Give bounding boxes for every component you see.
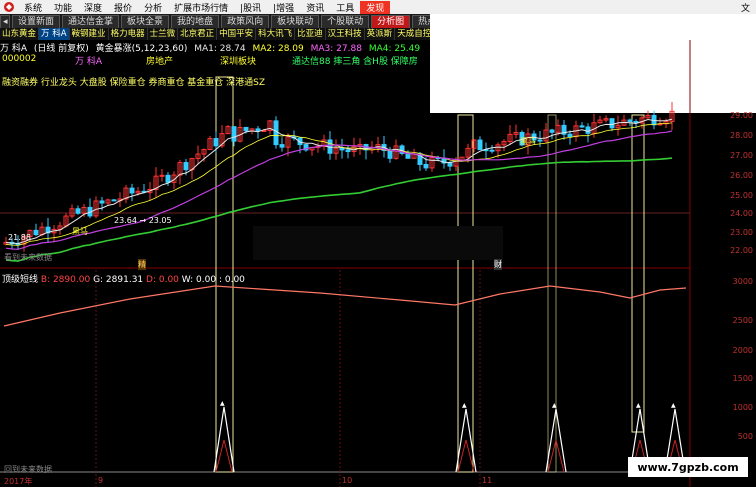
indicator-curve — [3, 285, 687, 327]
candle-body — [567, 133, 573, 138]
candle-body — [447, 162, 453, 167]
signal-box — [631, 114, 645, 433]
candle-body — [111, 199, 117, 202]
price-axis-label: 27.00 — [730, 151, 753, 160]
candle-body — [627, 119, 633, 122]
price-axis-label: 25.00 — [730, 191, 753, 200]
blank-region — [253, 226, 503, 260]
indicator-header: 顶级短线 B: 2890.00 G: 2891.31 D: 0.00 W: 0.… — [2, 272, 245, 285]
signal-label: 黑马 — [72, 227, 88, 236]
indicator-extra: : 0.00 — [218, 275, 245, 285]
peak-mark: ▲ — [636, 402, 641, 409]
date-label: 11 — [482, 476, 493, 485]
candle-body — [129, 187, 135, 194]
date-label: 2017年 — [4, 477, 33, 486]
indicator-line — [3, 285, 687, 327]
ind-axis-label: 1000 — [732, 403, 753, 412]
ind-axis-label: 2500 — [732, 316, 753, 325]
peak-mark: ▲ — [220, 400, 225, 407]
date-label: 9 — [98, 476, 104, 485]
candle-body — [99, 200, 105, 204]
candle-body — [537, 139, 543, 142]
bottom-future-label[interactable]: 回到未来数据 — [4, 464, 52, 475]
candle-body — [477, 139, 483, 151]
candle-body — [243, 126, 249, 132]
candle-body — [423, 163, 429, 169]
ind-axis-label: 3000 — [732, 277, 753, 286]
peak-mark: ▲ — [671, 402, 676, 409]
peak-triangle — [213, 406, 235, 473]
peak-mark: ▲ — [552, 402, 557, 409]
candle-body — [549, 129, 555, 133]
candle-body — [609, 118, 615, 129]
candle-body — [165, 174, 171, 183]
price-axis-label: 23.00 — [730, 228, 753, 237]
candle-body — [279, 144, 285, 148]
signal-box — [457, 114, 474, 473]
candle-body — [75, 208, 81, 214]
indicator-d: D: 0.00 — [146, 275, 179, 285]
candle-body — [33, 229, 39, 236]
ind-axis-label: 1500 — [732, 374, 753, 383]
range-label: 23.64 → 23.05 — [114, 216, 172, 225]
ind-axis-label: 500 — [737, 432, 753, 441]
indicator-peaks: ▲ ▲ ▲ ▲ ▲ — [213, 400, 686, 473]
candle-body — [255, 128, 261, 132]
candle-body — [585, 126, 591, 134]
future-data-label[interactable]: 看到未来数据 — [4, 252, 52, 263]
price-axis-label: 26.00 — [730, 171, 753, 180]
peak-mark: ▲ — [462, 402, 467, 409]
watermark: www.7gpzb.com — [628, 457, 748, 477]
candle-body — [213, 138, 219, 147]
indicator-title[interactable]: 顶级短线 — [2, 275, 38, 285]
price-axis-label: 29.00 — [730, 111, 753, 120]
indicator-g: G: 2891.31 — [93, 275, 144, 285]
price-axis-label: 24.00 — [730, 209, 753, 218]
candle-body — [273, 120, 279, 146]
candle-body — [579, 125, 585, 128]
marker-cai[interactable]: 财 — [494, 259, 502, 270]
candle-body — [489, 149, 495, 152]
price-axis-label: 28.00 — [730, 131, 753, 140]
candle-body — [183, 162, 189, 171]
indicator-w: W: 0.00 — [181, 275, 217, 285]
candle-body — [387, 149, 393, 159]
ma-line — [5, 118, 673, 245]
candle-body — [339, 147, 345, 151]
candle-body — [159, 174, 165, 177]
date-label: 10 — [342, 476, 353, 485]
candle-body — [345, 149, 351, 153]
ind-axis-label: 2000 — [732, 346, 753, 355]
indicator-b: B: 2890.00 — [40, 275, 91, 285]
signal-label: 黑马 — [520, 137, 536, 146]
low-price-label: 21.88 — [8, 233, 31, 242]
price-axis-label: 22.00 — [730, 246, 753, 255]
candle-body — [231, 126, 237, 142]
marker-jing[interactable]: 精 — [138, 259, 146, 270]
